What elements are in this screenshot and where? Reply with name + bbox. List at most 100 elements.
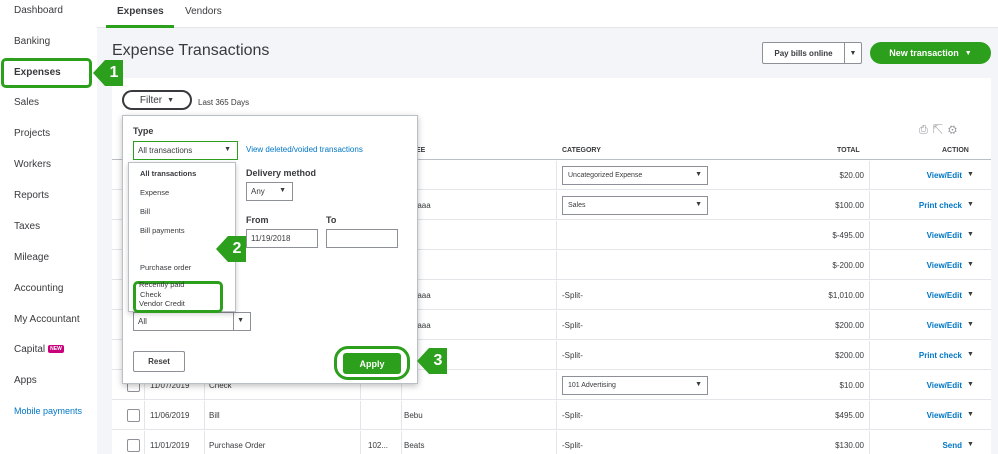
type-select[interactable]: All transactions ▼ bbox=[133, 141, 238, 160]
caret-down-icon[interactable]: ▼ bbox=[967, 411, 974, 418]
apply-highlight-box: Apply bbox=[334, 346, 410, 380]
row-action-link[interactable]: View/Edit bbox=[890, 261, 962, 270]
row-checkbox[interactable] bbox=[127, 409, 140, 422]
type-option-bill[interactable]: Bill bbox=[140, 207, 150, 216]
type-option-check[interactable]: Check bbox=[140, 290, 161, 299]
export-icon[interactable]: ⇱ bbox=[933, 124, 948, 136]
caret-down-icon[interactable]: ▼ bbox=[967, 441, 974, 448]
column-divider bbox=[869, 311, 870, 340]
type-label: Type bbox=[133, 126, 154, 136]
category-select[interactable]: Sales ▼ bbox=[562, 196, 708, 215]
pay-bills-label: Pay bills online bbox=[763, 43, 845, 63]
tab-vendors[interactable]: Vendors bbox=[185, 6, 222, 17]
column-divider bbox=[144, 431, 145, 454]
view-deleted-link[interactable]: View deleted/voided transactions bbox=[246, 145, 363, 154]
row-action-link[interactable]: View/Edit bbox=[890, 321, 962, 330]
category-value: Uncategorized Expense bbox=[568, 172, 643, 179]
caret-down-icon[interactable]: ▼ bbox=[967, 201, 974, 208]
caret-down-icon: ▼ bbox=[224, 146, 231, 153]
caret-down-icon[interactable]: ▼ bbox=[967, 381, 974, 388]
row-action-link[interactable]: View/Edit bbox=[890, 291, 962, 300]
type-option-all-transactions[interactable]: All transactions bbox=[140, 169, 196, 178]
column-divider bbox=[869, 191, 870, 220]
type-option-purchase-order[interactable]: Purchase order bbox=[140, 263, 191, 272]
column-divider bbox=[869, 371, 870, 400]
sidebar-item-expenses[interactable]: Expenses bbox=[14, 67, 61, 78]
row-action-link[interactable]: View/Edit bbox=[890, 411, 962, 420]
sidebar-item-my-accountant[interactable]: My Accountant bbox=[14, 314, 80, 325]
caret-down-icon[interactable]: ▼ bbox=[967, 351, 974, 358]
new-badge: NEW bbox=[48, 345, 64, 353]
type-select-value: All transactions bbox=[138, 146, 193, 155]
category-select[interactable]: Uncategorized Expense ▼ bbox=[562, 166, 708, 185]
cell-category: -Split- bbox=[562, 291, 583, 300]
caret-down-icon[interactable]: ▼ bbox=[967, 291, 974, 298]
sidebar-item-apps[interactable]: Apps bbox=[14, 375, 37, 386]
caret-down-icon[interactable]: ▼ bbox=[967, 231, 974, 238]
cell-total: $-200.00 bbox=[832, 261, 864, 270]
row-action-link[interactable]: View/Edit bbox=[890, 381, 962, 390]
sidebar-item-projects[interactable]: Projects bbox=[14, 128, 50, 139]
callout-number: 3 bbox=[429, 348, 447, 374]
row-action-link[interactable]: View/Edit bbox=[890, 171, 962, 180]
sidebar-item-taxes[interactable]: Taxes bbox=[14, 221, 40, 232]
category-value: Sales bbox=[568, 202, 586, 209]
caret-down-icon[interactable]: ▼ bbox=[967, 321, 974, 328]
payee-select[interactable]: All ▼ bbox=[133, 312, 251, 331]
column-divider bbox=[556, 281, 557, 310]
column-header-total[interactable]: TOTAL bbox=[837, 147, 860, 154]
callout-2: 2 bbox=[216, 236, 246, 262]
sidebar-item-banking[interactable]: Banking bbox=[14, 36, 50, 47]
column-divider bbox=[144, 401, 145, 430]
sidebar-item-sales[interactable]: Sales bbox=[14, 97, 39, 108]
row-action-link[interactable]: Send bbox=[890, 441, 962, 450]
cell-payee: Bebu bbox=[404, 411, 423, 420]
caret-down-icon: ▼ bbox=[167, 96, 175, 104]
sidebar-item-mileage[interactable]: Mileage bbox=[14, 252, 49, 263]
cell-category: -Split- bbox=[562, 351, 583, 360]
type-option-vendor-credit[interactable]: Vendor Credit bbox=[139, 299, 185, 308]
cell-total: $1,010.00 bbox=[828, 291, 864, 300]
from-date-input[interactable]: 11/19/2018 bbox=[246, 229, 318, 248]
payee-select-value: All bbox=[138, 317, 147, 326]
row-action-link[interactable]: Print check bbox=[890, 201, 962, 210]
tab-expenses[interactable]: Expenses bbox=[117, 6, 164, 17]
apply-button[interactable]: Apply bbox=[343, 353, 401, 374]
caret-down-icon[interactable]: ▼ bbox=[967, 261, 974, 268]
column-divider bbox=[869, 281, 870, 310]
type-option-recently-paid[interactable]: Recently paid bbox=[139, 280, 184, 289]
type-option-expense[interactable]: Expense bbox=[140, 188, 169, 197]
row-action-link[interactable]: Print check bbox=[890, 351, 962, 360]
caret-down-icon[interactable]: ▼ bbox=[967, 171, 974, 178]
category-select[interactable]: 101 Advertising ▼ bbox=[562, 376, 708, 395]
new-transaction-button[interactable]: New transaction ▼ bbox=[870, 42, 991, 64]
pay-bills-online-button[interactable]: Pay bills online ▼ bbox=[762, 42, 862, 64]
table-row: 11/06/2019 Bill Bebu -Split- $495.00 View/Edi… bbox=[112, 401, 991, 430]
cell-type: Purchase Order bbox=[209, 441, 266, 450]
print-icon[interactable]: ⎙ bbox=[919, 124, 933, 136]
sidebar-item-workers[interactable]: Workers bbox=[14, 159, 51, 170]
column-divider bbox=[556, 191, 557, 220]
to-date-input[interactable] bbox=[326, 229, 398, 248]
row-checkbox[interactable] bbox=[127, 439, 140, 452]
caret-down-icon: ▼ bbox=[695, 171, 702, 178]
sidebar-item-dashboard[interactable]: Dashboard bbox=[14, 5, 63, 16]
reset-button[interactable]: Reset bbox=[133, 351, 185, 372]
from-label: From bbox=[246, 215, 269, 225]
column-divider bbox=[401, 431, 402, 454]
delivery-method-select[interactable]: Any ▼ bbox=[246, 182, 293, 201]
cell-type: Bill bbox=[209, 411, 220, 420]
callout-3: 3 bbox=[417, 348, 447, 374]
row-action-link[interactable]: View/Edit bbox=[890, 231, 962, 240]
chevron-down-icon[interactable]: ▼ bbox=[845, 43, 861, 63]
caret-down-icon: ▼ bbox=[237, 317, 244, 324]
sidebar-item-accounting[interactable]: Accounting bbox=[14, 283, 63, 294]
gear-icon[interactable]: ⚙ bbox=[948, 124, 962, 136]
sidebar-item-reports[interactable]: Reports bbox=[14, 190, 49, 201]
type-option-bill-payments[interactable]: Bill payments bbox=[140, 226, 185, 235]
sidebar-item-mobile-payments[interactable]: Mobile payments bbox=[14, 406, 82, 416]
column-header-category[interactable]: CATEGORY bbox=[562, 147, 601, 154]
filter-button[interactable]: Filter ▼ bbox=[122, 90, 192, 110]
sidebar-item-capital[interactable]: Capital NEW bbox=[14, 344, 64, 355]
caret-down-icon: ▼ bbox=[964, 49, 972, 57]
